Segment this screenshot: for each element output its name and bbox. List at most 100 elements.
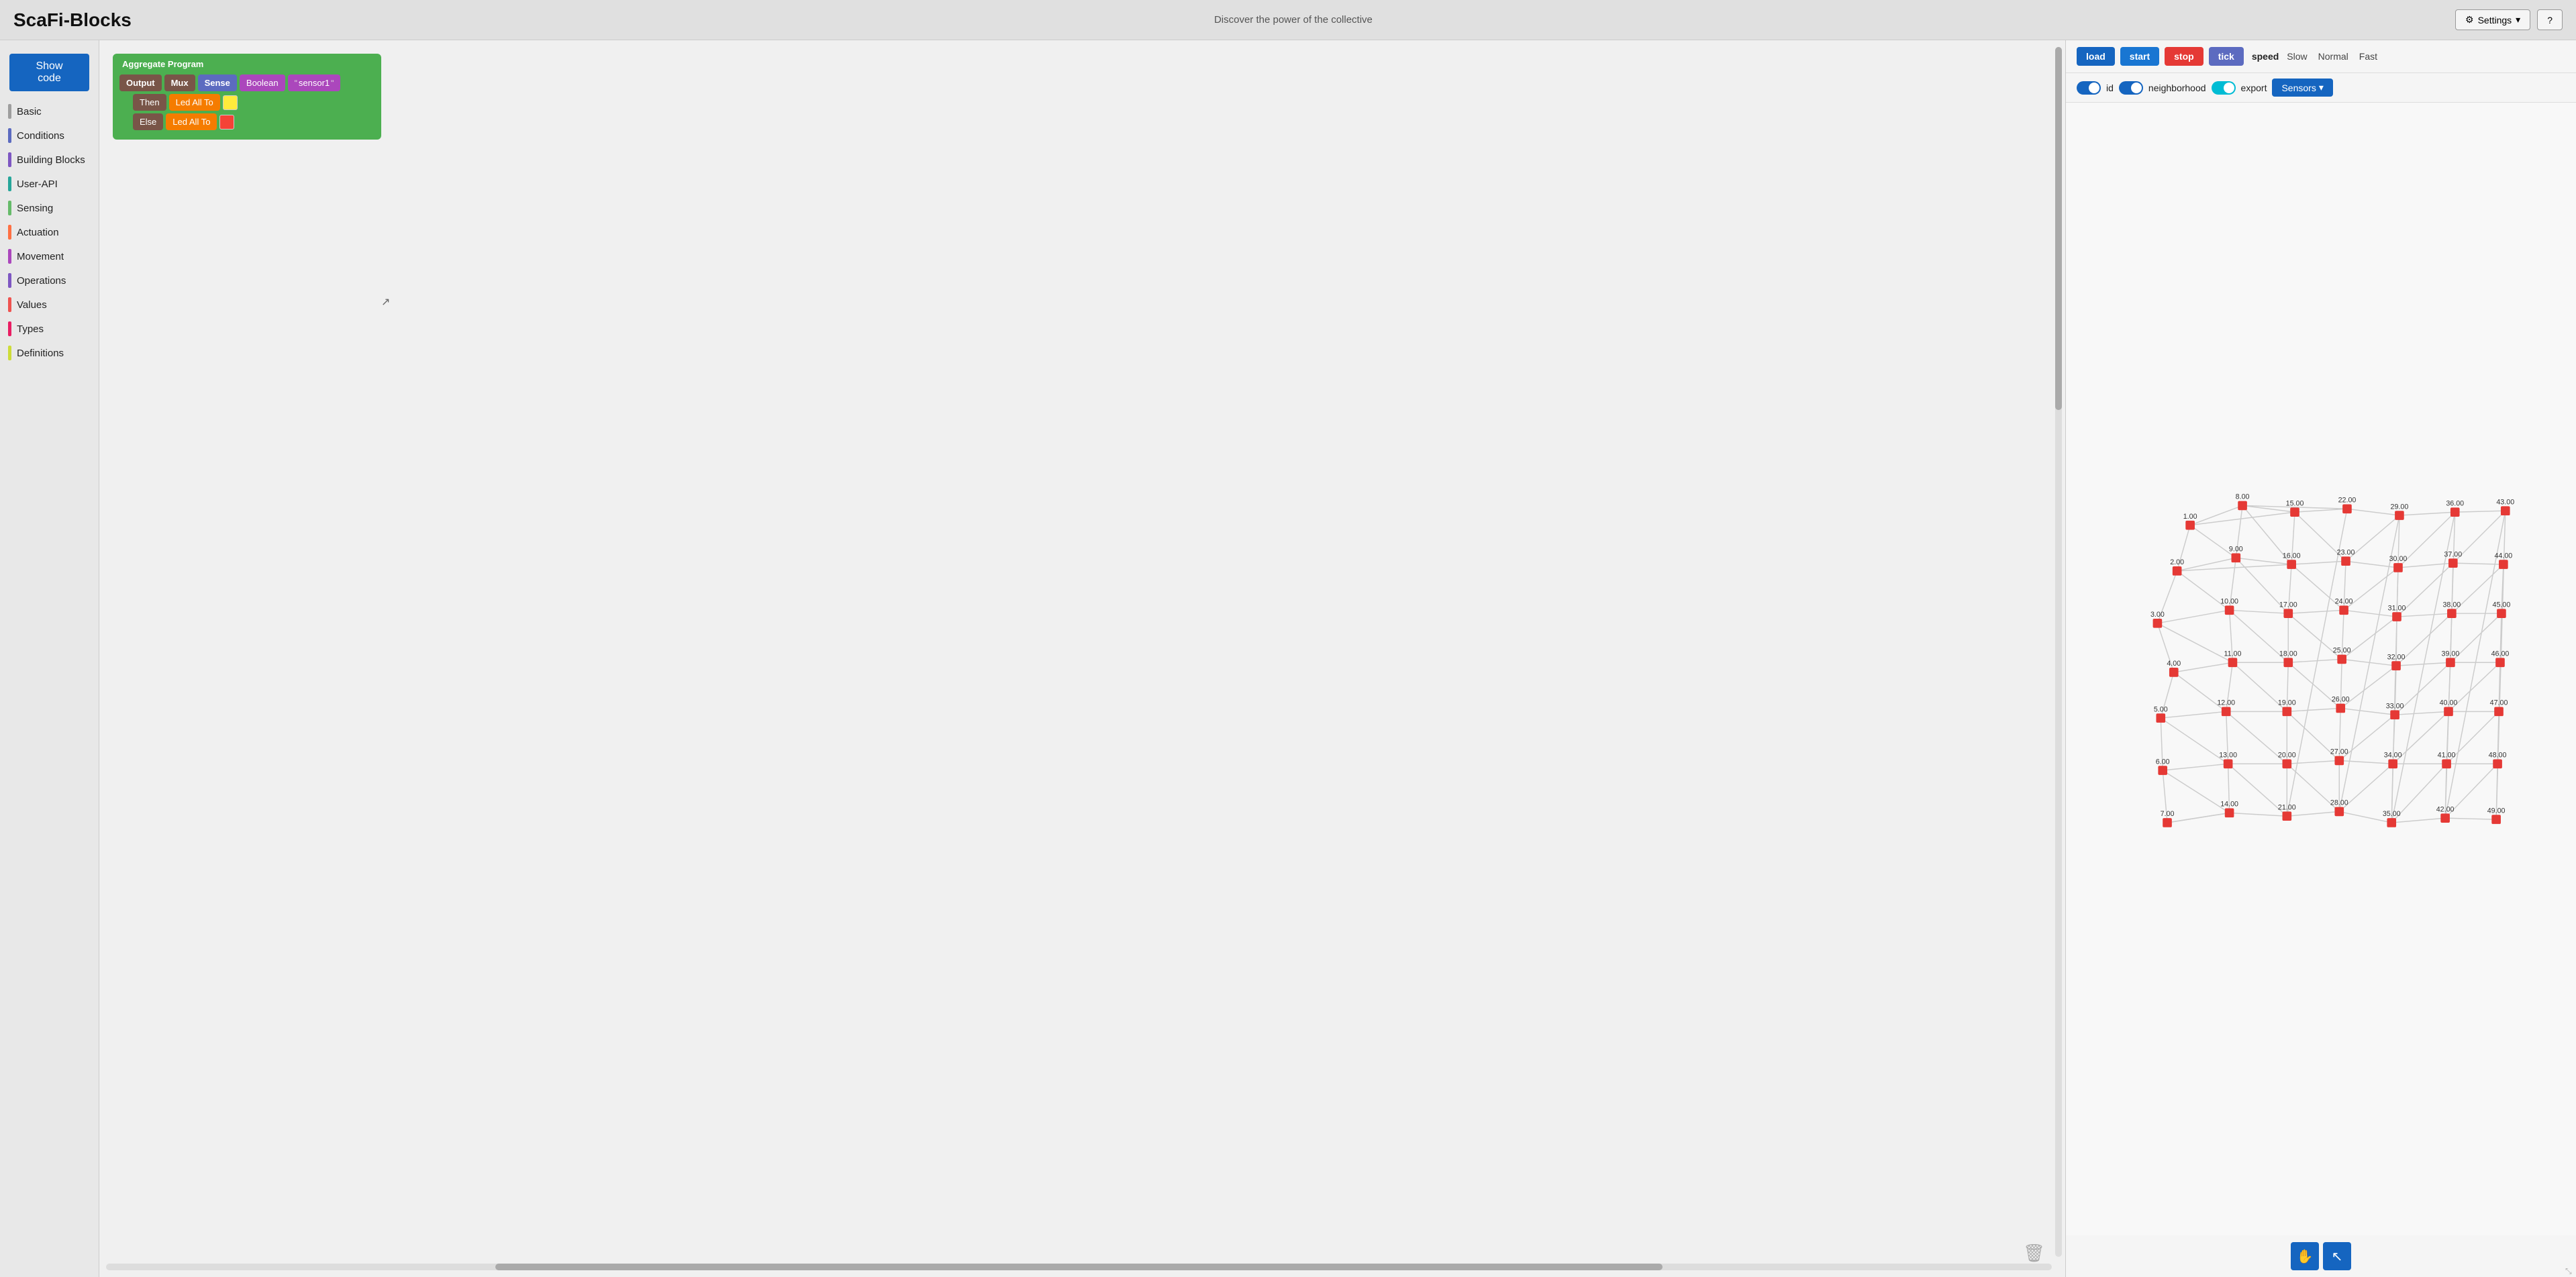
node-11.00[interactable]: 11.00 — [2224, 650, 2241, 668]
sidebar-item-user-api[interactable]: User-API — [0, 172, 99, 196]
node-37.00[interactable]: 37.00 — [2444, 550, 2462, 568]
settings-button[interactable]: ⚙ Settings ▾ — [2455, 9, 2530, 30]
node-4.00[interactable]: 4.00 — [2167, 660, 2181, 677]
node-41.00[interactable]: 41.00 — [2438, 752, 2456, 769]
cursor-tool-button[interactable]: ↖ — [2323, 1242, 2351, 1270]
sidebar-item-actuation[interactable]: Actuation — [0, 220, 99, 244]
settings-label: Settings — [2478, 15, 2512, 25]
else-block[interactable]: Else — [133, 113, 163, 130]
sidebar-item-definitions[interactable]: Definitions — [0, 341, 99, 365]
sidebar-item-conditions[interactable]: Conditions — [0, 123, 99, 148]
node-27.00[interactable]: 27.00 — [2330, 748, 2348, 766]
node-44.00[interactable]: 44.00 — [2494, 552, 2512, 569]
led-all-to-else-block[interactable]: Led All To — [166, 113, 217, 130]
node-12.00[interactable]: 12.00 — [2217, 699, 2235, 717]
help-button[interactable]: ? — [2537, 9, 2563, 30]
sidebar-item-movement[interactable]: Movement — [0, 244, 99, 268]
node-39.00[interactable]: 39.00 — [2442, 650, 2460, 668]
node-18.00[interactable]: 18.00 — [2279, 650, 2297, 668]
boolean-block[interactable]: Boolean — [240, 74, 285, 91]
sidebar-item-operations[interactable]: Operations — [0, 268, 99, 293]
stop-button[interactable]: stop — [2165, 47, 2203, 66]
then-block[interactable]: Then — [133, 94, 166, 111]
output-block[interactable]: Output — [119, 74, 162, 91]
node-25.00[interactable]: 25.00 — [2333, 647, 2351, 664]
color-red-block[interactable] — [219, 115, 234, 130]
svg-text:17.00: 17.00 — [2279, 601, 2297, 609]
node-32.00[interactable]: 32.00 — [2387, 653, 2406, 670]
mux-block[interactable]: Mux — [164, 74, 195, 91]
sensors-button[interactable]: Sensors ▾ — [2272, 79, 2332, 97]
node-49.00[interactable]: 49.00 — [2487, 807, 2506, 824]
node-10.00[interactable]: 10.00 — [2220, 598, 2238, 615]
svg-text:41.00: 41.00 — [2438, 752, 2456, 760]
network-graph[interactable]: 1.002.003.004.005.006.007.008.009.0010.0… — [2066, 103, 2576, 1235]
node-30.00[interactable]: 30.00 — [2389, 555, 2408, 572]
aggregate-program-block[interactable]: Aggregate Program Output Mux Sense Boole… — [113, 54, 381, 140]
sidebar-item-values[interactable]: Values — [0, 293, 99, 317]
node-48.00[interactable]: 48.00 — [2489, 752, 2507, 769]
node-5.00[interactable]: 5.00 — [2154, 705, 2168, 723]
node-22.00[interactable]: 22.00 — [2338, 497, 2357, 514]
node-46.00[interactable]: 46.00 — [2491, 650, 2510, 668]
sense-block[interactable]: Sense — [198, 74, 237, 91]
svg-text:10.00: 10.00 — [2220, 598, 2238, 606]
svg-text:46.00: 46.00 — [2491, 650, 2510, 658]
node-35.00[interactable]: 35.00 — [2383, 810, 2401, 827]
horizontal-scrollbar[interactable] — [106, 1264, 2052, 1270]
node-6.00[interactable]: 6.00 — [2156, 758, 2170, 775]
speed-slow[interactable]: Slow — [2284, 50, 2310, 63]
speed-normal[interactable]: Normal — [2316, 50, 2351, 63]
node-20.00[interactable]: 20.00 — [2278, 752, 2296, 769]
speed-fast[interactable]: Fast — [2357, 50, 2380, 63]
node-43.00[interactable]: 43.00 — [2496, 498, 2514, 515]
tick-button[interactable]: tick — [2209, 47, 2244, 66]
node-42.00[interactable]: 42.00 — [2436, 805, 2455, 823]
node-36.00[interactable]: 36.00 — [2446, 499, 2464, 517]
node-38.00[interactable]: 38.00 — [2442, 601, 2461, 618]
led-all-to-then-block[interactable]: Led All To — [169, 94, 220, 111]
node-29.00[interactable]: 29.00 — [2391, 503, 2409, 520]
node-7.00[interactable]: 7.00 — [2161, 810, 2175, 827]
node-23.00[interactable]: 23.00 — [2337, 548, 2355, 566]
node-2.00[interactable]: 2.00 — [2170, 558, 2184, 576]
color-yellow-block[interactable] — [223, 95, 238, 110]
node-19.00[interactable]: 19.00 — [2278, 699, 2296, 717]
node-16.00[interactable]: 16.00 — [2283, 552, 2301, 569]
node-1.00[interactable]: 1.00 — [2183, 513, 2197, 530]
sidebar-label-definitions: Definitions — [17, 348, 64, 359]
sidebar-item-building-blocks[interactable]: Building Blocks — [0, 148, 99, 172]
node-45.00[interactable]: 45.00 — [2493, 601, 2511, 618]
node-40.00[interactable]: 40.00 — [2440, 699, 2458, 717]
sidebar-item-types[interactable]: Types — [0, 317, 99, 341]
node-47.00[interactable]: 47.00 — [2490, 699, 2508, 717]
id-toggle[interactable] — [2077, 81, 2101, 95]
vertical-scrollbar-thumb[interactable] — [2055, 47, 2062, 410]
start-button[interactable]: start — [2120, 47, 2159, 66]
node-17.00[interactable]: 17.00 — [2279, 601, 2297, 618]
node-21.00[interactable]: 21.00 — [2278, 803, 2296, 821]
sidebar-item-sensing[interactable]: Sensing — [0, 196, 99, 220]
svg-text:20.00: 20.00 — [2278, 752, 2296, 760]
node-26.00[interactable]: 26.00 — [2332, 696, 2350, 713]
load-button[interactable]: load — [2077, 47, 2115, 66]
show-code-button[interactable]: Show code — [9, 54, 89, 91]
blockly-workspace[interactable]: Aggregate Program Output Mux Sense Boole… — [99, 40, 2066, 1277]
neighborhood-toggle[interactable] — [2119, 81, 2143, 95]
node-3.00[interactable]: 3.00 — [2150, 611, 2165, 628]
trash-icon[interactable]: 🗑 — [2023, 1243, 2045, 1264]
node-15.00[interactable]: 15.00 — [2286, 499, 2304, 517]
horizontal-scrollbar-thumb[interactable] — [495, 1264, 1663, 1270]
resize-handle[interactable]: ⤡ — [2565, 1266, 2575, 1276]
node-34.00[interactable]: 34.00 — [2384, 752, 2402, 769]
node-33.00[interactable]: 33.00 — [2386, 702, 2404, 719]
node-24.00[interactable]: 24.00 — [2335, 598, 2353, 615]
vertical-scrollbar[interactable] — [2055, 47, 2062, 1257]
node-31.00[interactable]: 31.00 — [2388, 604, 2406, 621]
export-toggle[interactable] — [2212, 81, 2236, 95]
sidebar-item-basic[interactable]: Basic — [0, 99, 99, 123]
sidebar-color-values — [8, 297, 11, 312]
pan-tool-button[interactable]: ✋ — [2291, 1242, 2319, 1270]
sensor-name-block[interactable]: " sensor1 " — [288, 74, 341, 91]
node-28.00[interactable]: 28.00 — [2330, 799, 2348, 817]
